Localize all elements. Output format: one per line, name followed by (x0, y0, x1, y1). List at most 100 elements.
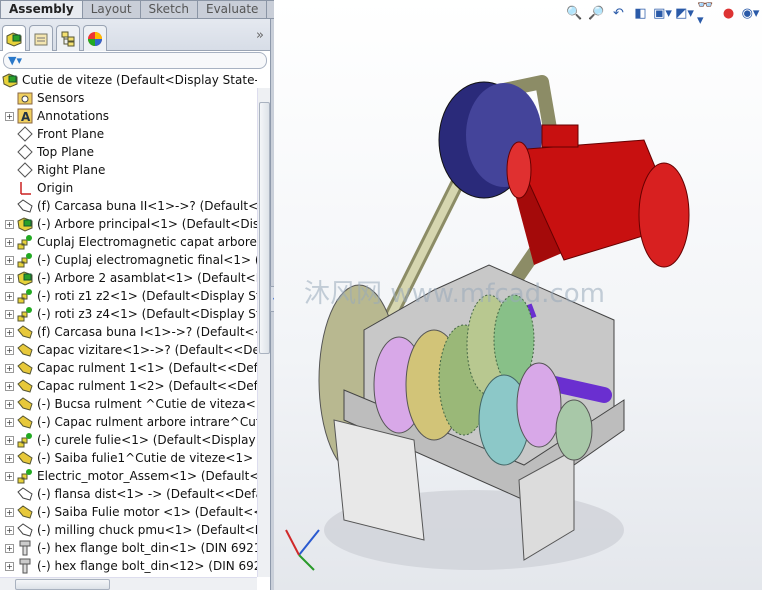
assembly-icon (2, 72, 18, 88)
tree-vertical-scrollbar[interactable] (257, 88, 270, 577)
expand-icon[interactable]: + (5, 453, 14, 463)
tree-item[interactable]: + A Annotations (0, 107, 257, 125)
expand-icon[interactable]: + (5, 327, 14, 337)
tree-filter-input[interactable]: ▼▾ (3, 52, 267, 69)
expand-icon[interactable]: + (5, 237, 14, 247)
expand-icon[interactable]: + (5, 399, 14, 409)
bolt-icon (17, 540, 33, 556)
tree-item[interactable]: + (-) milling chuck pmu<1> (Default<Displ (0, 521, 257, 539)
command-manager-tabs: AssemblyLayoutSketchEvaluateSimulation (0, 0, 349, 19)
tab-sketch[interactable]: Sketch (140, 0, 198, 19)
tree-item[interactable]: + (f) Carcasa buna I<1>->? (Default<<Defa (0, 323, 257, 341)
tree-item-label: (-) Capac rulment arbore intrare^Cutie d… (37, 415, 257, 429)
tab-display-manager[interactable] (83, 25, 107, 51)
tab-property-manager[interactable] (29, 25, 53, 51)
graphics-viewport[interactable]: 🔍 🔎 ↶ ◧ ▣▾ ◩▾ 👓▾ ● ◉▾ 沐风网 www.mfcad.com (274, 0, 762, 590)
annotations-icon: A (17, 108, 33, 124)
tree-item[interactable]: + Capac rulment 1<1> (Default<<Default> (0, 359, 257, 377)
plane-icon (17, 144, 33, 160)
tree-item[interactable]: + (-) roti z3 z4<1> (Default<Display Stat… (0, 305, 257, 323)
tree-item[interactable]: Front Plane (0, 125, 257, 143)
tree-item-label: (-) hex flange bolt_din<1> (DIN 6921 - M… (37, 541, 257, 555)
tree-item-label: Right Plane (37, 163, 106, 177)
tree-item-label: Capac rulment 1<1> (Default<<Default> (37, 361, 257, 375)
tree-item[interactable]: + (-) Capac rulment arbore intrare^Cutie … (0, 413, 257, 431)
tree-item[interactable]: Sensors (0, 89, 257, 107)
tree-item-label: (-) roti z1 z2<1> (Default<Display State… (37, 289, 257, 303)
expand-icon[interactable]: + (5, 219, 14, 229)
watermark: 沐风网 www.mfcad.com (304, 279, 605, 309)
expand-icon[interactable]: + (5, 381, 14, 391)
tree-item[interactable]: + (-) Bucsa rulment ^Cutie de viteza<1> (… (0, 395, 257, 413)
tree-item-label: (f) Carcasa buna I<1>->? (Default<<Defa (37, 325, 257, 339)
plane-icon (17, 126, 33, 142)
tree-item-label: (-) Saiba fulie1^Cutie de viteze<1> -> (… (37, 451, 257, 465)
expand-icon[interactable]: + (5, 561, 14, 571)
tree-item[interactable]: + (-) Arbore 2 asamblat<1> (Default<Displ… (0, 269, 257, 287)
tree-item-label: (f) Carcasa buna II<1>->? (Default<<Defa… (37, 199, 257, 213)
tree-item[interactable]: + (-) Saiba Fulie motor <1> (Default<<Def… (0, 503, 257, 521)
tab-configuration-manager[interactable] (56, 25, 80, 51)
tree-item[interactable]: + Capac vizitare<1>->? (Default<<Default> (0, 341, 257, 359)
expand-icon[interactable]: + (5, 255, 14, 265)
model-3d-view: 沐风网 www.mfcad.com (285, 75, 690, 571)
tree-item-label: (-) Cuplaj electromagnetic final<1> (Def… (37, 253, 257, 267)
tree-item[interactable]: (-) flansa dist<1> -> (Default<<Default>… (0, 485, 257, 503)
tree-item[interactable]: Right Plane (0, 161, 257, 179)
tree-item[interactable]: + (-) Arbore principal<1> (Default<Displa… (0, 215, 257, 233)
subassembly-icon (17, 432, 33, 448)
tree-item-label: Origin (37, 181, 74, 195)
expand-icon[interactable]: + (5, 273, 14, 283)
expand-icon[interactable]: + (5, 525, 14, 535)
bearing-cap (516, 362, 562, 448)
tree-horizontal-scrollbar[interactable] (0, 577, 257, 590)
tree-item[interactable]: + (-) hex flange bolt_din<1> (DIN 6921 - … (0, 539, 257, 557)
tree-item-label: Cuplaj Electromagnetic capat arbore<1> (37, 235, 257, 249)
tab-layout[interactable]: Layout (82, 0, 141, 19)
assembly-icon (17, 216, 33, 232)
tree-item[interactable]: Top Plane (0, 143, 257, 161)
scroll-thumb[interactable] (259, 102, 270, 354)
expand-icon[interactable]: + (5, 471, 14, 481)
tree-item[interactable]: + Cuplaj Electromagnetic capat arbore<1> (0, 233, 257, 251)
expand-icon[interactable]: + (5, 543, 14, 553)
tree-item[interactable]: Origin (0, 179, 257, 197)
expand-icon[interactable]: + (5, 345, 14, 355)
expand-icon[interactable]: + (5, 111, 14, 121)
coupling (555, 399, 593, 461)
expand-icon[interactable]: + (5, 507, 14, 517)
expand-icon[interactable]: + (5, 435, 14, 445)
filter-icon: ▼▾ (8, 54, 22, 67)
tab-evaluate[interactable]: Evaluate (197, 0, 268, 19)
tree-item-label: (-) Bucsa rulment ^Cutie de viteza<1> (D (37, 397, 257, 411)
more-tabs-button[interactable]: » (256, 28, 264, 43)
tab-feature-manager[interactable] (2, 25, 26, 51)
expand-icon[interactable]: + (5, 363, 14, 373)
terminal-box (541, 124, 579, 148)
origin-icon (17, 180, 33, 196)
tree-item[interactable]: + (-) curele fulie<1> (Default<Display St… (0, 431, 257, 449)
tree-item-label: Top Plane (37, 145, 94, 159)
tree-item-label: (-) flansa dist<1> -> (Default<<Default>… (37, 487, 257, 501)
tab-assembly[interactable]: Assembly (0, 0, 83, 19)
feature-tree: Cutie de viteze (Default<Display State-1… (0, 71, 257, 578)
tree-item[interactable]: + (-) Cuplaj electromagnetic final<1> (De… (0, 251, 257, 269)
tree-item-label: Annotations (37, 109, 110, 123)
motor-end-cap (638, 162, 690, 268)
tree-item[interactable]: + (-) roti z1 z2<1> (Default<Display Stat… (0, 287, 257, 305)
expand-icon[interactable]: + (5, 291, 14, 301)
expand-icon[interactable]: + (5, 417, 14, 427)
tree-item[interactable]: + Capac rulment 1<2> (Default<<Default> (0, 377, 257, 395)
part-icon (17, 360, 33, 376)
tree-root[interactable]: Cutie de viteze (Default<Display State-1… (0, 71, 257, 89)
part-outline-icon (17, 486, 33, 502)
tree-item-label: Front Plane (37, 127, 105, 141)
tree-item-label: (-) roti z3 z4<1> (Default<Display State… (37, 307, 257, 321)
tree-item[interactable]: + (-) Saiba fulie1^Cutie de viteze<1> -> … (0, 449, 257, 467)
expand-icon[interactable]: + (5, 309, 14, 319)
tree-item-label: (-) hex flange bolt_din<12> (DIN 6921 - … (37, 559, 257, 573)
scroll-thumb[interactable] (15, 579, 110, 590)
tree-item[interactable]: (f) Carcasa buna II<1>->? (Default<<Defa… (0, 197, 257, 215)
tree-item[interactable]: + Electric_motor_Assem<1> (Default<Displ (0, 467, 257, 485)
tree-item[interactable]: + (-) hex flange bolt_din<12> (DIN 6921 -… (0, 557, 257, 575)
